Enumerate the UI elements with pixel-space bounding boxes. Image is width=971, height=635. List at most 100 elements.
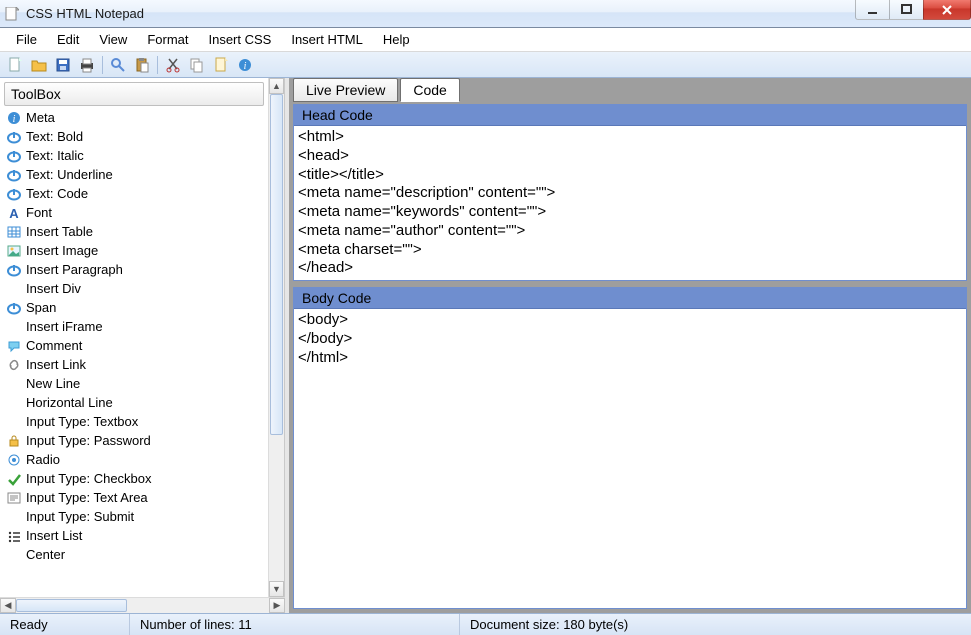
toolbox-item-label: Input Type: Password [26,433,151,448]
toolbox-item-label: Text: Italic [26,148,84,163]
status-ready: Ready [0,614,130,635]
print-icon[interactable] [76,54,98,76]
toolbox-item-label: Input Type: Submit [26,509,134,524]
zoom-icon[interactable] [107,54,129,76]
toolbox-item-label: Insert Link [26,357,86,372]
left-panel: ToolBox iMeta Text: Bold Text: Italic Text:… [0,78,285,613]
app-icon [4,6,20,22]
vertical-scrollbar[interactable]: ▲ ▼ [268,78,284,597]
toolbox-header: ToolBox [4,82,264,106]
toolbox-item-label: Insert iFrame [26,319,103,334]
toolbox-item-label: Insert Div [26,281,81,296]
window-controls [856,0,971,20]
head-code-editor[interactable]: <html> <head> <title></title> <meta name… [294,126,966,280]
menu-insert-css[interactable]: Insert CSS [198,29,281,50]
toolbox-item[interactable]: Center [4,545,268,564]
menu-format[interactable]: Format [137,29,198,50]
toolbox-item-label: Span [26,300,56,315]
menu-view[interactable]: View [89,29,137,50]
status-bar: Ready Number of lines: 11 Document size:… [0,613,971,635]
font-a-icon: A [6,205,22,221]
toolbox-item[interactable]: Insert Paragraph [4,260,268,279]
check-icon [6,471,22,487]
toolbox-item[interactable]: Insert Link [4,355,268,374]
scroll-down-arrow-icon[interactable]: ▼ [269,581,284,597]
toolbox-item[interactable]: Insert Table [4,222,268,241]
head-code-section: Head Code <html> <head> <title></title> … [293,104,967,281]
toolbox-item[interactable]: Text: Bold [4,127,268,146]
h-scrollbar-track[interactable] [16,598,269,613]
tab-row: Live Preview Code [289,78,971,102]
body-code-label: Body Code [294,288,966,309]
menu-edit[interactable]: Edit [47,29,89,50]
list-icon [6,528,22,544]
content-area: ToolBox iMeta Text: Bold Text: Italic Text:… [0,78,971,613]
menu-insert-html[interactable]: Insert HTML [281,29,373,50]
open-folder-icon[interactable] [28,54,50,76]
scroll-right-arrow-icon[interactable]: ▶ [269,598,285,613]
toolbox-item[interactable]: Text: Italic [4,146,268,165]
close-button[interactable] [923,0,971,20]
new-file-icon[interactable] [4,54,26,76]
table-icon [6,224,22,240]
tab-code[interactable]: Code [400,78,459,102]
toolbox-item[interactable]: Insert List [4,526,268,545]
scrollbar-track[interactable] [269,94,284,581]
toolbox-item[interactable]: Input Type: Text Area [4,488,268,507]
copy-icon[interactable] [186,54,208,76]
scrollbar-thumb[interactable] [270,94,283,435]
toolbox-item[interactable]: Text: Underline [4,165,268,184]
toolbox-item[interactable]: Input Type: Password [4,431,268,450]
paste-icon[interactable] [131,54,153,76]
toolbox-item-label: Comment [26,338,82,353]
radio-icon [6,452,22,468]
toolbox-item[interactable]: Horizontal Line [4,393,268,412]
toolbox-item[interactable]: Insert Div [4,279,268,298]
toolbox-item[interactable]: Radio [4,450,268,469]
h-scrollbar-thumb[interactable] [16,599,127,612]
toolbox-list: iMeta Text: Bold Text: Italic Text: Underli… [0,106,268,597]
tab-live-preview[interactable]: Live Preview [293,78,398,102]
scroll-left-arrow-icon[interactable]: ◀ [0,598,16,613]
toolbox-item[interactable]: Insert Image [4,241,268,260]
menu-bar: File Edit View Format Insert CSS Insert … [0,28,971,52]
scroll-up-arrow-icon[interactable]: ▲ [269,78,284,94]
toolbox-item-label: Radio [26,452,60,467]
paragraph-icon [6,262,22,278]
save-icon[interactable] [52,54,74,76]
svg-text:A: A [9,206,19,220]
password-icon [6,433,22,449]
minimize-button[interactable] [855,0,890,20]
toolbox-item[interactable]: Input Type: Submit [4,507,268,526]
toolbox-item[interactable]: Input Type: Checkbox [4,469,268,488]
cut-icon[interactable] [162,54,184,76]
toolbox-item-label: Input Type: Text Area [26,490,148,505]
toolbox-item-label: New Line [26,376,80,391]
menu-help[interactable]: Help [373,29,420,50]
head-code-label: Head Code [294,105,966,126]
toolbox-item[interactable]: iMeta [4,108,268,127]
toolbox-item-label: Insert List [26,528,82,543]
toolbox-item-label: Text: Bold [26,129,83,144]
body-code-section: Body Code <body> </body> </html> [293,287,967,609]
toolbox-item[interactable]: New Line [4,374,268,393]
toolbox-item-label: Text: Code [26,186,88,201]
comment-icon [6,338,22,354]
horizontal-scrollbar[interactable]: ◀ ▶ [0,597,285,613]
body-code-editor[interactable]: <body> </body> </html> [294,309,966,608]
toolbox-item[interactable]: Input Type: Textbox [4,412,268,431]
svg-text:i: i [13,114,16,125]
toolbox-item[interactable]: Span [4,298,268,317]
tag-blue-icon [6,186,22,202]
menu-file[interactable]: File [6,29,47,50]
toolbox-item[interactable]: Insert iFrame [4,317,268,336]
info-icon[interactable]: i [234,54,256,76]
document-icon[interactable] [210,54,232,76]
toolbox-item[interactable]: Text: Code [4,184,268,203]
toolbar-separator [102,56,103,74]
toolbox-item[interactable]: Comment [4,336,268,355]
tag-blue-icon [6,300,22,316]
toolbar: i [0,52,971,78]
toolbox-item[interactable]: AFont [4,203,268,222]
maximize-button[interactable] [889,0,924,20]
